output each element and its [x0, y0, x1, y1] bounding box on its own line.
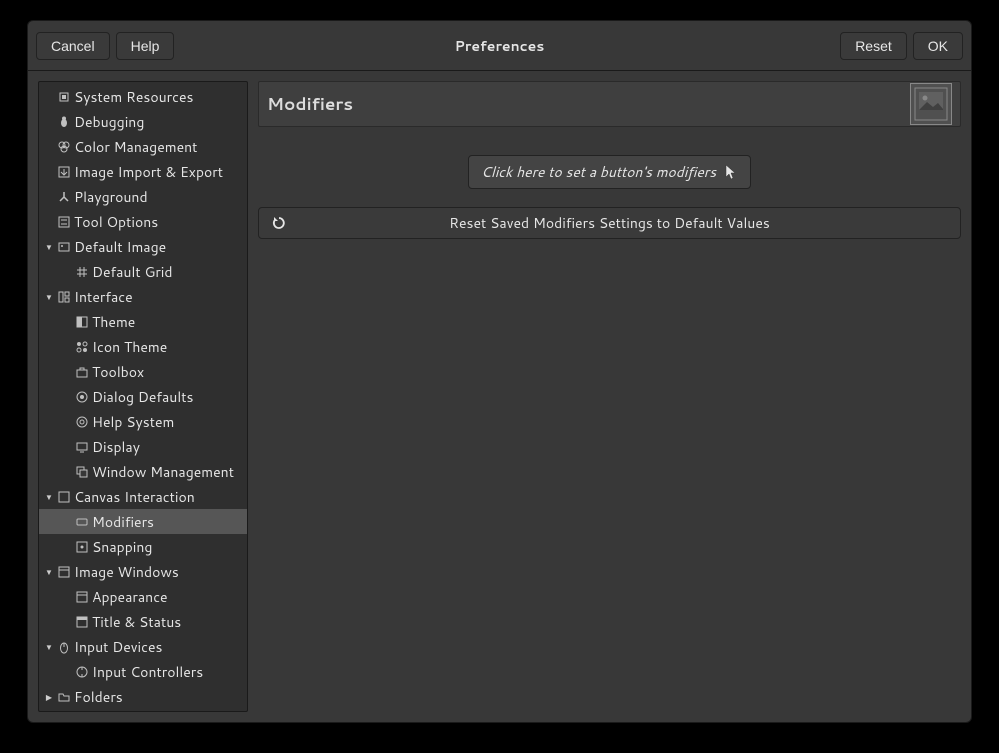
reset-defaults-button[interactable]: Reset Saved Modifiers Settings to Defaul…	[258, 207, 961, 239]
expander-icon[interactable]: ▼	[43, 491, 55, 503]
tree-item-label: Folders	[74, 687, 123, 707]
tree-item-input-controllers[interactable]: Input Controllers	[39, 659, 247, 684]
tree-item-label: Icon Theme	[92, 337, 167, 357]
cancel-button[interactable]: Cancel	[36, 32, 110, 60]
preferences-dialog: Cancel Help Preferences Reset OK System …	[27, 20, 972, 723]
tree-item-display[interactable]: Display	[39, 434, 247, 459]
tree-item-label: Help System	[92, 412, 174, 432]
canvas-icon	[56, 489, 72, 505]
tree-item-label: Modifiers	[92, 512, 154, 532]
tree-item-label: Title & Status	[92, 612, 181, 632]
tree-item-label: Tool Options	[74, 212, 158, 232]
tree-item-label: Interface	[74, 287, 133, 307]
display-icon	[74, 439, 90, 455]
tree-item-appearance[interactable]: Appearance	[39, 584, 247, 609]
playground-icon	[56, 189, 72, 205]
help-button[interactable]: Help	[116, 32, 175, 60]
default-image-icon	[56, 239, 72, 255]
tree-item-label: Display	[92, 437, 140, 457]
reset-button[interactable]: Reset	[840, 32, 907, 60]
tree-item-toolbox[interactable]: Toolbox	[39, 359, 247, 384]
tree-item-system-resources[interactable]: System Resources	[39, 84, 247, 109]
tree-item-label: Default Image	[74, 237, 166, 257]
tree-item-label: Toolbox	[92, 362, 144, 382]
reset-defaults-label: Reset Saved Modifiers Settings to Defaul…	[271, 213, 948, 233]
appearance-icon	[74, 589, 90, 605]
tree-item-image-windows[interactable]: ▼ Image Windows	[39, 559, 247, 584]
tree-item-interface[interactable]: ▼ Interface	[39, 284, 247, 309]
expander-icon[interactable]: ▼	[43, 291, 55, 303]
tree-item-label: Debugging	[74, 112, 144, 132]
tree-item-label: Image Import & Export	[74, 162, 223, 182]
set-modifiers-label: Click here to set a button's modifiers	[481, 162, 716, 182]
tree-item-theme[interactable]: Theme	[39, 309, 247, 334]
toolbox-icon	[74, 364, 90, 380]
controllers-icon	[74, 664, 90, 680]
tree-item-color-management[interactable]: Color Management	[39, 134, 247, 159]
tree-item-modifiers[interactable]: Modifiers	[39, 509, 247, 534]
input-devices-icon	[56, 639, 72, 655]
help-system-icon	[74, 414, 90, 430]
tree-item-label: Color Management	[74, 137, 197, 157]
titlebar: Cancel Help Preferences Reset OK	[28, 21, 971, 71]
tree-item-snapping[interactable]: Snapping	[39, 534, 247, 559]
tree-item-help-system[interactable]: Help System	[39, 409, 247, 434]
tree-item-label: Dialog Defaults	[92, 387, 193, 407]
main-panel: Modifiers Click here to set a button's m…	[258, 81, 961, 712]
expander-icon[interactable]: ▼	[43, 241, 55, 253]
bug-icon	[56, 114, 72, 130]
tree-item-image-import-export[interactable]: Image Import & Export	[39, 159, 247, 184]
dialog-defaults-icon	[74, 389, 90, 405]
tree-item-label: Default Grid	[92, 262, 173, 282]
tree-item-label: Playground	[74, 187, 148, 207]
interface-icon	[56, 289, 72, 305]
tree-item-playground[interactable]: Playground	[39, 184, 247, 209]
tree-item-window-management[interactable]: Window Management	[39, 459, 247, 484]
expander-icon[interactable]: ▼	[43, 641, 55, 653]
tool-options-icon	[56, 214, 72, 230]
cursor-icon	[724, 164, 738, 180]
tree-item-icon-theme[interactable]: Icon Theme	[39, 334, 247, 359]
expander-icon[interactable]: ▶	[43, 691, 55, 703]
tree-item-label: Input Devices	[74, 637, 162, 657]
section-title: Modifiers	[267, 92, 353, 116]
tree-item-default-image[interactable]: ▼ Default Image	[39, 234, 247, 259]
tree-item-label: System Resources	[74, 87, 193, 107]
tree-item-label: Canvas Interaction	[74, 487, 195, 507]
tree-item-input-devices[interactable]: ▼ Input Devices	[39, 634, 247, 659]
tree-item-label: Image Windows	[74, 562, 179, 582]
image-windows-icon	[56, 564, 72, 580]
tree-item-label: Input Controllers	[92, 662, 203, 682]
snapping-icon	[74, 539, 90, 555]
theme-icon	[74, 314, 90, 330]
title-status-icon	[74, 614, 90, 630]
tree-item-label: Window Management	[92, 462, 234, 482]
tree-item-title-status[interactable]: Title & Status	[39, 609, 247, 634]
color-icon	[56, 139, 72, 155]
modifiers-icon	[74, 514, 90, 530]
reset-icon	[271, 215, 287, 231]
cpu-icon	[56, 89, 72, 105]
preferences-tree[interactable]: System Resources Debugging Color Managemen…	[38, 81, 248, 712]
tree-item-label: Theme	[92, 312, 135, 332]
tree-item-dialog-defaults[interactable]: Dialog Defaults	[39, 384, 247, 409]
import-icon	[56, 164, 72, 180]
icon-theme-icon	[74, 339, 90, 355]
grid-icon	[74, 264, 90, 280]
tree-item-folders[interactable]: ▶ Folders	[39, 684, 247, 709]
tree-item-default-grid[interactable]: Default Grid	[39, 259, 247, 284]
content-area: System Resources Debugging Color Managemen…	[28, 71, 971, 722]
ok-button[interactable]: OK	[913, 32, 963, 60]
expander-icon[interactable]: ▼	[43, 566, 55, 578]
tree-item-canvas-interaction[interactable]: ▼ Canvas Interaction	[39, 484, 247, 509]
folders-icon	[56, 689, 72, 705]
section-header: Modifiers	[258, 81, 961, 127]
section-header-icon	[910, 83, 952, 125]
set-modifiers-button[interactable]: Click here to set a button's modifiers	[468, 155, 751, 189]
tree-item-debugging[interactable]: Debugging	[39, 109, 247, 134]
tree-item-tool-options[interactable]: Tool Options	[39, 209, 247, 234]
window-mgmt-icon	[74, 464, 90, 480]
tree-item-label: Appearance	[92, 587, 168, 607]
tree-item-label: Snapping	[92, 537, 152, 557]
